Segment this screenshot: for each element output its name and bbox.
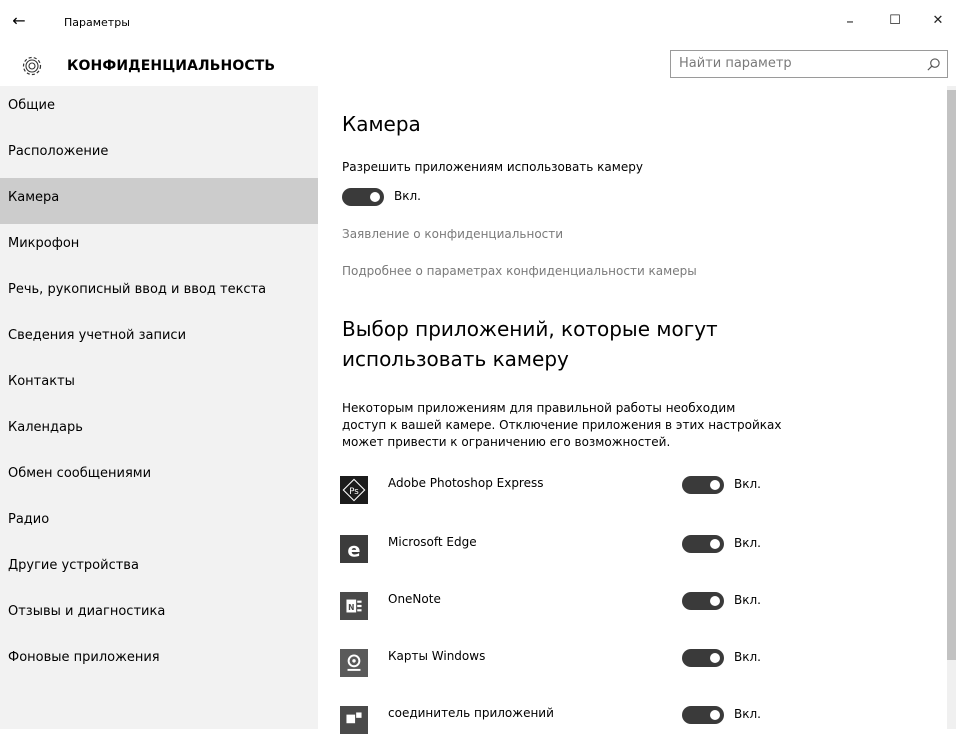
sidebar-item-label: Отзывы и диагностика: [8, 604, 166, 619]
search-icon[interactable]: [926, 57, 941, 72]
sidebar-item-label: Радио: [8, 512, 50, 527]
sidebar-item-label: Другие устройства: [8, 558, 139, 573]
sidebar-item-general[interactable]: Общие: [0, 86, 318, 132]
sidebar-item-label: Обмен сообщениями: [8, 466, 152, 481]
app-toggle-state: Вкл.: [734, 707, 761, 721]
app-row-app-connector: соединитель приложений Вкл.: [338, 704, 918, 752]
sidebar-item-label: Камера: [8, 190, 60, 205]
maximize-button[interactable]: ☐: [880, 10, 910, 32]
app-toggle-edge[interactable]: [682, 535, 724, 553]
close-button[interactable]: ✕: [923, 10, 953, 32]
sidebar-item-speech[interactable]: Речь, рукописный ввод и ввод текста: [0, 270, 318, 316]
sidebar-item-label: Расположение: [8, 144, 109, 159]
sidebar: Общие Расположение Камера Микрофон Речь,…: [0, 86, 318, 729]
sidebar-item-other-devices[interactable]: Другие устройства: [0, 546, 318, 592]
app-toggle-state: Вкл.: [734, 477, 761, 491]
section-title: Камера: [342, 112, 421, 136]
gear-icon: [22, 56, 42, 76]
search-input[interactable]: Найти параметр: [670, 50, 948, 78]
sidebar-item-calendar[interactable]: Календарь: [0, 408, 318, 454]
toggle-knob: [710, 539, 720, 549]
window-title: Параметры: [64, 16, 130, 29]
sidebar-item-radio[interactable]: Радио: [0, 500, 318, 546]
app-row-onenote: N OneNote Вкл.: [338, 590, 918, 638]
app-name: соединитель приложений: [388, 706, 554, 720]
app-toggle-state: Вкл.: [734, 650, 761, 664]
page-header: КОНФИДЕНЦИАЛЬНОСТЬ Найти параметр: [0, 46, 956, 86]
app-toggle-maps[interactable]: [682, 649, 724, 667]
main-content: Камера Разрешить приложениям использоват…: [318, 86, 940, 734]
app-row-photoshop: Ps Adobe Photoshop Express Вкл.: [338, 474, 918, 522]
edge-icon: e: [340, 535, 368, 563]
sidebar-item-contacts[interactable]: Контакты: [0, 362, 318, 408]
app-row-maps: Карты Windows Вкл.: [338, 647, 918, 695]
camera-privacy-info-link[interactable]: Подробнее о параметрах конфиденциальност…: [342, 264, 697, 278]
toggle-knob: [370, 192, 380, 202]
app-name: Microsoft Edge: [388, 535, 477, 549]
sidebar-item-label: Микрофон: [8, 236, 80, 251]
sidebar-item-background-apps[interactable]: Фоновые приложения: [0, 638, 318, 684]
app-toggle-state: Вкл.: [734, 593, 761, 607]
toggle-knob: [710, 480, 720, 490]
minimize-button[interactable]: –: [835, 10, 865, 32]
vertical-scrollbar[interactable]: [947, 86, 956, 729]
sidebar-item-microphone[interactable]: Микрофон: [0, 224, 318, 270]
app-toggle-photoshop[interactable]: [682, 476, 724, 494]
sidebar-item-location[interactable]: Расположение: [0, 132, 318, 178]
back-arrow-icon[interactable]: ←: [8, 10, 30, 32]
toggle-knob: [710, 596, 720, 606]
sidebar-item-camera[interactable]: Камера: [0, 178, 318, 224]
toggle-knob: [710, 653, 720, 663]
sidebar-item-label: Речь, рукописный ввод и ввод текста: [8, 282, 267, 297]
allow-camera-toggle[interactable]: [342, 188, 384, 206]
sidebar-item-messaging[interactable]: Обмен сообщениями: [0, 454, 318, 500]
apps-description: Некоторым приложениям для правильной раб…: [342, 401, 782, 449]
scrollbar-thumb[interactable]: [947, 90, 956, 660]
maps-icon: [340, 649, 368, 677]
app-name: OneNote: [388, 592, 441, 606]
sidebar-item-label: Календарь: [8, 420, 83, 435]
sidebar-item-label: Общие: [8, 98, 55, 113]
privacy-statement-link[interactable]: Заявление о конфиденциальности: [342, 227, 563, 241]
toggle-knob: [710, 710, 720, 720]
svg-text:N: N: [348, 603, 354, 612]
choose-apps-title: Выбор приложений, которые могут использо…: [342, 317, 718, 371]
sidebar-item-label: Фоновые приложения: [8, 650, 160, 665]
app-connector-icon: [340, 706, 368, 734]
sidebar-item-label: Контакты: [8, 374, 75, 389]
app-row-edge: e Microsoft Edge Вкл.: [338, 533, 918, 581]
allow-camera-state: Вкл.: [394, 189, 421, 203]
page-title: КОНФИДЕНЦИАЛЬНОСТЬ: [67, 58, 276, 74]
app-toggle-app-connector[interactable]: [682, 706, 724, 724]
sidebar-item-account-info[interactable]: Сведения учетной записи: [0, 316, 318, 362]
svg-text:Ps: Ps: [349, 487, 359, 497]
onenote-icon: N: [340, 592, 368, 620]
app-toggle-state: Вкл.: [734, 536, 761, 550]
allow-camera-label: Разрешить приложениям использовать камер…: [342, 160, 643, 174]
sidebar-item-feedback[interactable]: Отзывы и диагностика: [0, 592, 318, 638]
app-name: Карты Windows: [388, 649, 486, 663]
svg-text:e: e: [347, 539, 360, 562]
search-placeholder: Найти параметр: [679, 56, 792, 71]
sidebar-item-label: Сведения учетной записи: [8, 328, 187, 343]
photoshop-icon: Ps: [340, 476, 368, 504]
app-name: Adobe Photoshop Express: [388, 476, 544, 490]
title-bar: ← Параметры – ☐ ✕: [0, 0, 956, 46]
app-toggle-onenote[interactable]: [682, 592, 724, 610]
